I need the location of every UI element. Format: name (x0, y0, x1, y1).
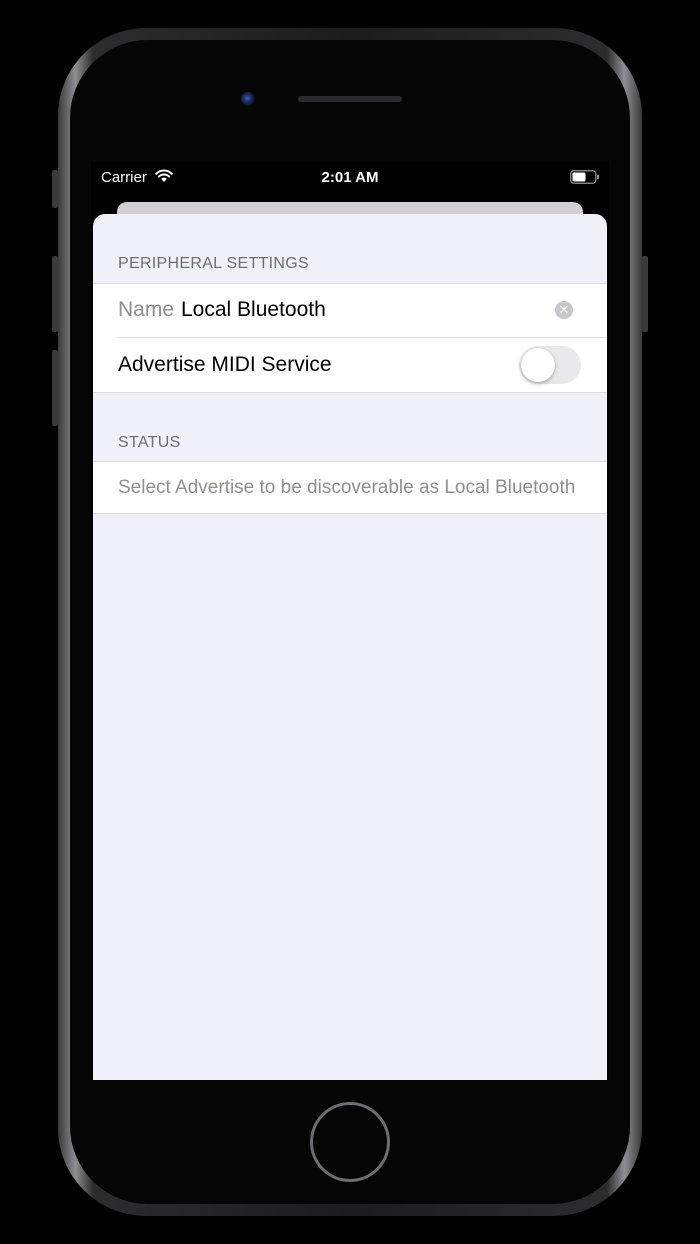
power-button (642, 256, 648, 332)
clear-icon: ✕ (558, 302, 570, 317)
screen: Carrier 2:01 AM PERIPHERAL SETTINGS Name (91, 162, 609, 1080)
name-field[interactable] (181, 293, 541, 327)
divider (93, 392, 607, 393)
advertise-midi-toggle[interactable] (519, 346, 581, 384)
status-time: 2:01 AM (321, 169, 379, 186)
status-bar: Carrier 2:01 AM (91, 162, 609, 192)
advertise-cell: Advertise MIDI Service (93, 338, 607, 393)
earpiece-speaker (298, 96, 402, 102)
settings-sheet: PERIPHERAL SETTINGS Name ✕ Advertise MID… (93, 214, 607, 1080)
battery-icon (570, 170, 599, 184)
divider (93, 461, 607, 462)
status-cell: Select Advertise to be discoverable as L… (93, 461, 607, 514)
divider (93, 283, 607, 284)
advertise-midi-label: Advertise MIDI Service (118, 353, 332, 376)
section-header-peripheral-settings: PERIPHERAL SETTINGS (118, 255, 309, 272)
home-button[interactable] (310, 1102, 390, 1182)
device-stage: Carrier 2:01 AM PERIPHERAL SETTINGS Name (0, 0, 700, 1244)
front-camera (241, 92, 255, 106)
clear-text-button[interactable]: ✕ (555, 301, 573, 319)
name-cell: Name ✕ (93, 283, 607, 338)
toggle-knob (521, 348, 555, 382)
divider (93, 513, 607, 514)
section-header-status: STATUS (118, 434, 181, 451)
name-label: Name (118, 298, 175, 321)
status-message: Select Advertise to be discoverable as L… (118, 477, 576, 498)
